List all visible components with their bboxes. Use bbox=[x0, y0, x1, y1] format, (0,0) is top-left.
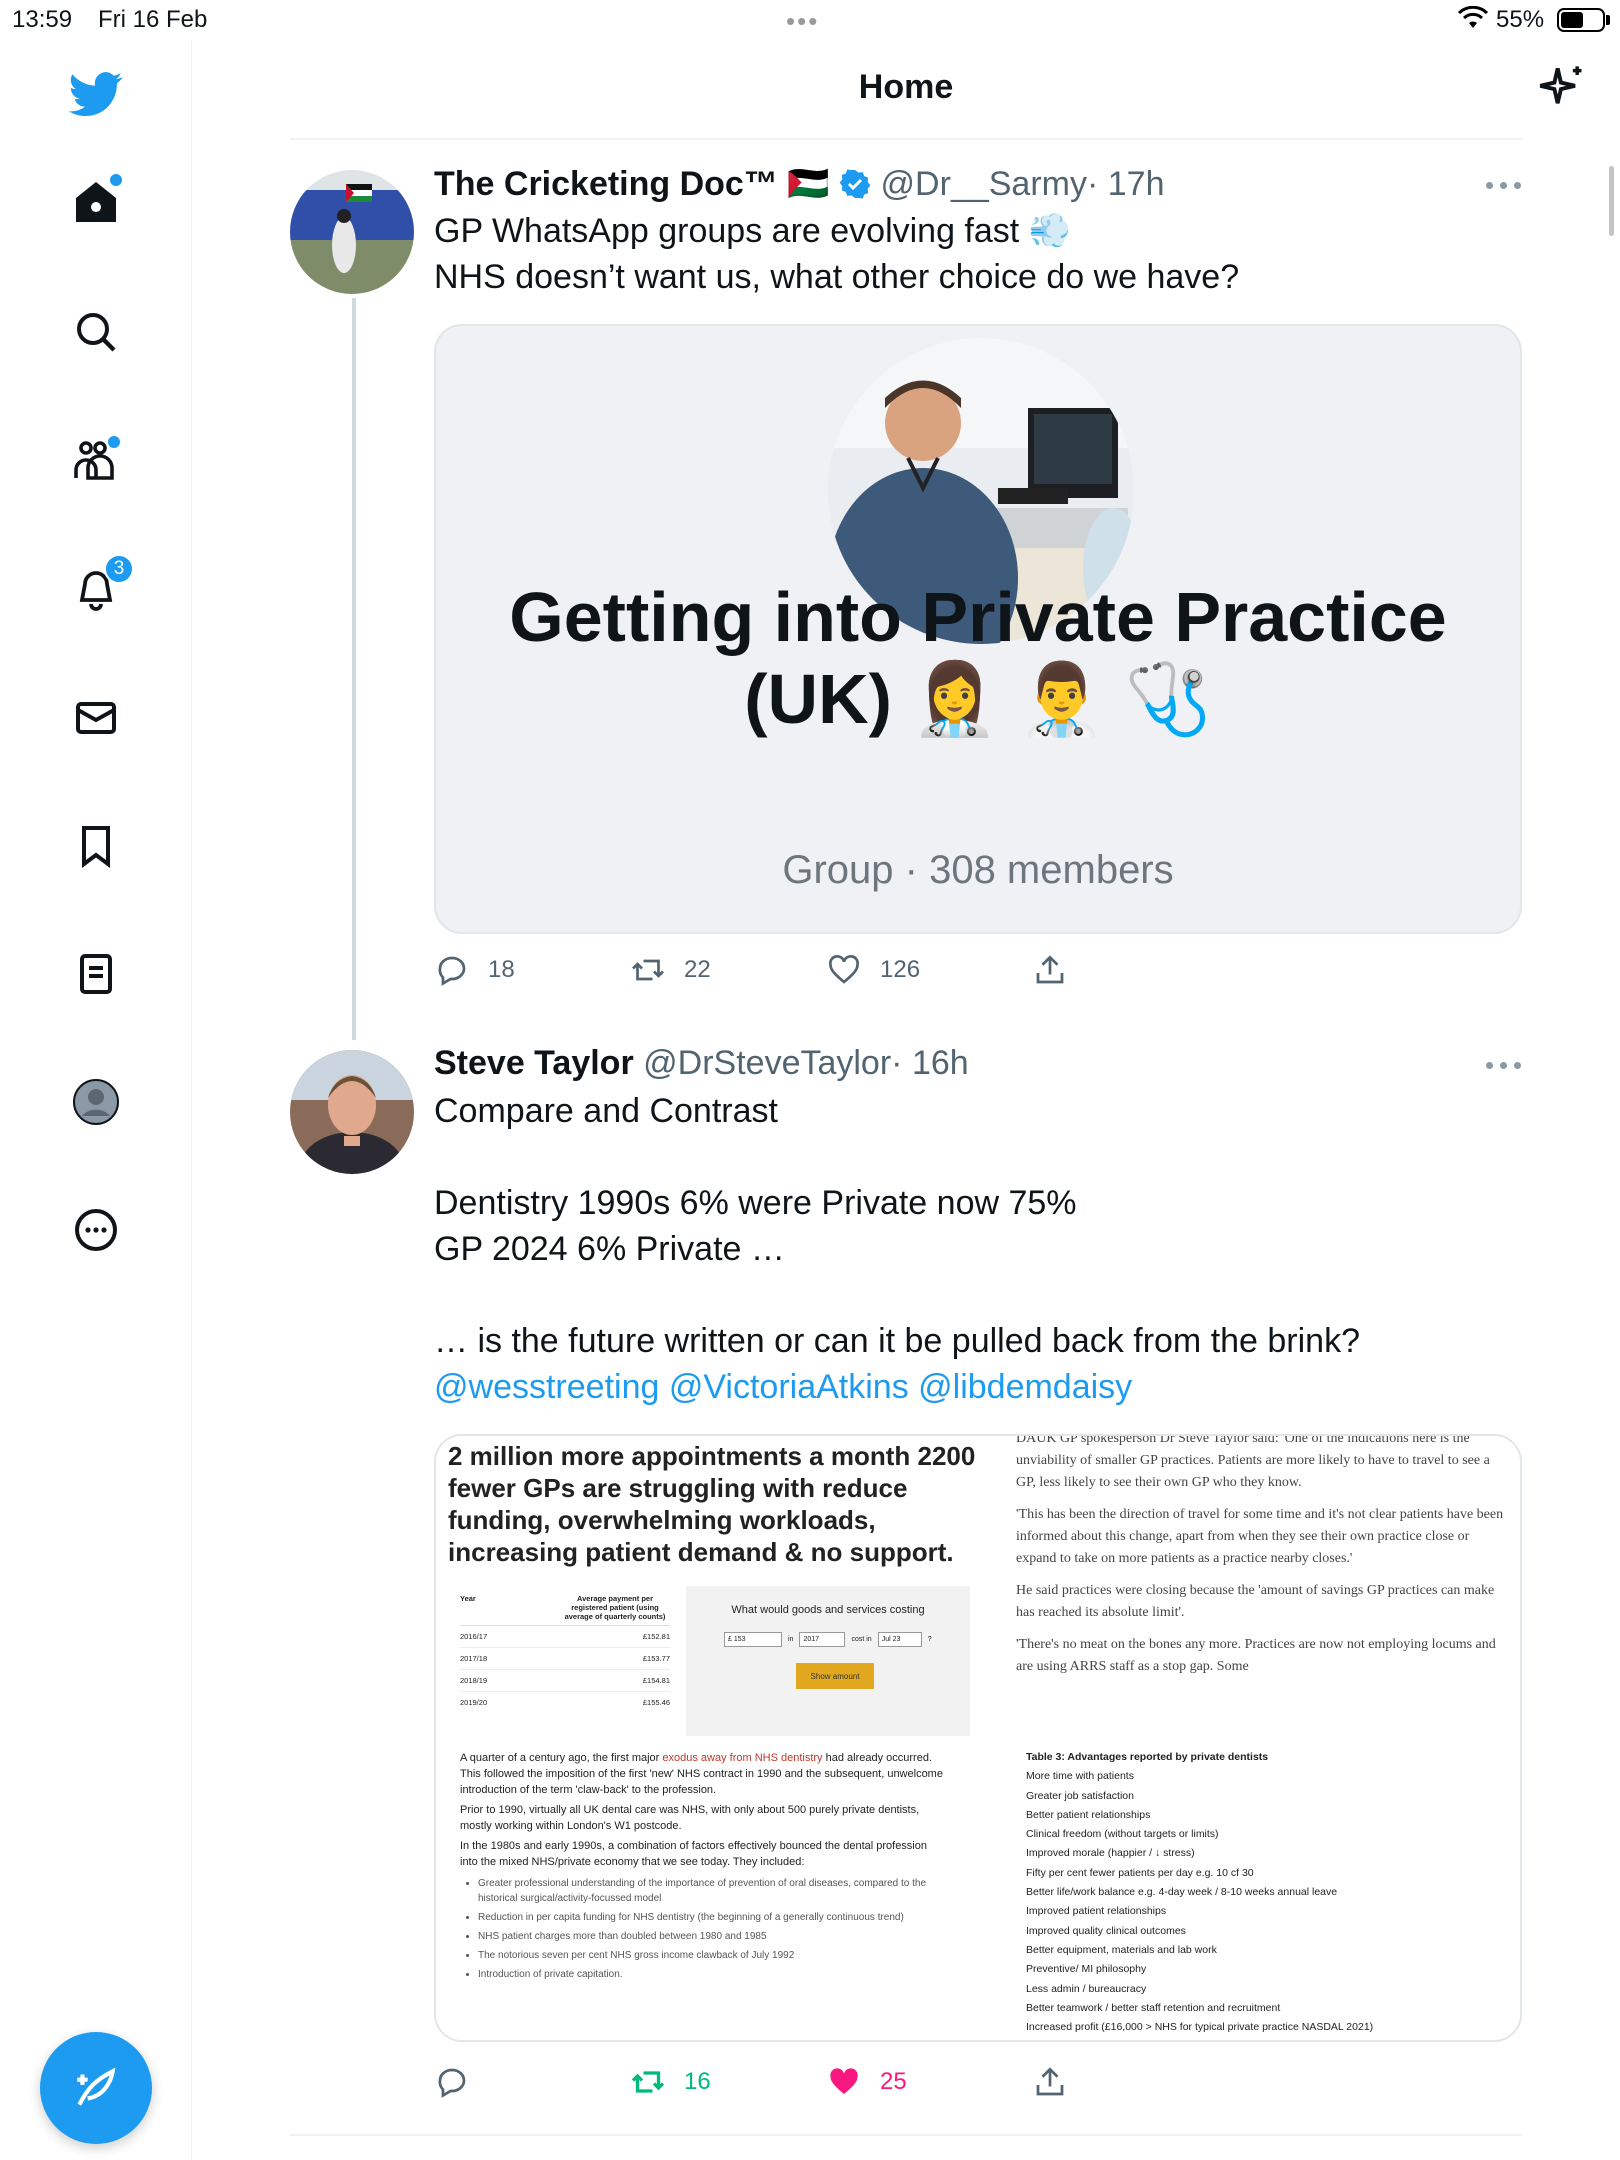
image-stats-panel: 2 million more appointments a month 2200… bbox=[436, 1436, 984, 1744]
status-bar: 13:59 Fri 16 Feb ••• 55% bbox=[0, 0, 1620, 40]
nav-more[interactable] bbox=[64, 1198, 128, 1262]
retweet-icon bbox=[631, 2071, 665, 2093]
nav-bookmarks[interactable] bbox=[64, 814, 128, 878]
like-count: 25 bbox=[880, 2068, 907, 2095]
verified-badge-icon bbox=[839, 169, 871, 199]
tweet-mentions[interactable]: @wesstreeting @VictoriaAtkins @libdemdai… bbox=[434, 1364, 1360, 1410]
palestine-flag-emoji: 🇵🇸 bbox=[787, 165, 830, 203]
tweet-text: GP WhatsApp groups are evolving fast 💨 N… bbox=[434, 212, 1240, 296]
reply-button[interactable] bbox=[434, 2064, 488, 2100]
tweet-timestamp[interactable]: · 16h bbox=[891, 1044, 969, 1082]
reply-icon bbox=[438, 956, 466, 986]
nav-notifications[interactable]: 3 bbox=[64, 554, 134, 620]
image-dental-article: A quarter of a century ago, the first ma… bbox=[436, 1744, 984, 2040]
twitter-logo-icon[interactable] bbox=[64, 62, 128, 126]
reply-icon bbox=[438, 2068, 466, 2098]
heart-icon bbox=[829, 955, 859, 984]
list-icon bbox=[80, 954, 112, 994]
page-title: Home bbox=[858, 68, 954, 106]
communities-new-dot bbox=[108, 436, 120, 448]
tweet-author-name[interactable]: The Cricketing Doc™ bbox=[434, 165, 778, 203]
tweet-steve-taylor[interactable]: Steve Taylor @DrSteveTaylor· 16h Compare… bbox=[290, 1030, 1522, 2140]
timeline-header: Home bbox=[290, 40, 1582, 140]
mail-icon bbox=[76, 702, 116, 734]
image-advantages-table: Table 3: Advantages reported by private … bbox=[986, 1744, 1520, 2040]
heart-filled-icon bbox=[830, 2068, 858, 2094]
avatar[interactable] bbox=[290, 170, 414, 294]
avatar[interactable] bbox=[290, 1050, 414, 1174]
reply-count: 18 bbox=[488, 956, 515, 983]
share-icon bbox=[1036, 2067, 1064, 2096]
search-icon bbox=[77, 313, 116, 352]
nav-communities[interactable] bbox=[64, 428, 128, 492]
tweet-author-handle[interactable]: @DrSteveTaylor bbox=[643, 1044, 891, 1082]
group-title: Getting into Private Practice (UK) 👩‍⚕️ … bbox=[509, 578, 1447, 738]
status-date: Fri 16 Feb bbox=[98, 6, 208, 33]
notifications-badge: 3 bbox=[104, 554, 134, 584]
image-headline: 2 million more appointments a month 2200… bbox=[448, 1441, 976, 1567]
inflation-calculator: What would goods and services costing £ … bbox=[686, 1586, 970, 1736]
nav-messages[interactable] bbox=[64, 686, 128, 750]
retweet-icon bbox=[632, 959, 664, 981]
retweet-button[interactable]: 22 bbox=[630, 952, 711, 988]
like-button[interactable]: 25 bbox=[826, 2064, 907, 2100]
group-subtitle: Group · 308 members bbox=[782, 848, 1174, 892]
nav-explore[interactable] bbox=[64, 300, 128, 364]
image-quote-panel: DAUK GP spokesperson Dr Steve Taylor sai… bbox=[986, 1436, 1520, 1744]
tweet-author-handle[interactable]: @Dr__Sarmy bbox=[881, 165, 1087, 203]
profile-avatar-icon bbox=[73, 1079, 119, 1125]
tweet-more-options-icon[interactable] bbox=[1486, 1060, 1522, 1072]
tweet-text: Compare and Contrast Dentistry 1990s 6% … bbox=[434, 1088, 1360, 1410]
bookmark-icon bbox=[82, 826, 110, 868]
battery-icon bbox=[1557, 8, 1605, 32]
battery-percent: 55% bbox=[1496, 6, 1545, 33]
thread-line bbox=[352, 298, 356, 1040]
share-button[interactable] bbox=[1032, 952, 1068, 988]
status-time: 13:59 bbox=[12, 6, 73, 33]
retweet-count: 22 bbox=[684, 956, 711, 983]
tweet-image-collage[interactable]: 2 million more appointments a month 2200… bbox=[434, 1434, 1522, 2042]
retweet-button[interactable]: 16 bbox=[630, 2064, 711, 2100]
nav-lists[interactable] bbox=[64, 942, 128, 1006]
nav-home[interactable] bbox=[64, 170, 128, 234]
wifi-icon bbox=[1458, 6, 1488, 28]
like-button[interactable]: 126 bbox=[826, 952, 920, 988]
tweet-timestamp[interactable]: · 17h bbox=[1087, 165, 1165, 203]
compose-feather-icon bbox=[77, 2067, 116, 2106]
share-button[interactable] bbox=[1032, 2064, 1068, 2100]
retweet-count: 16 bbox=[684, 2068, 711, 2095]
whatsapp-group-card[interactable]: Getting into Private Practice (UK) 👩‍⚕️ … bbox=[434, 324, 1522, 934]
like-count: 126 bbox=[880, 956, 921, 983]
share-icon bbox=[1036, 955, 1064, 984]
nav-profile[interactable] bbox=[64, 1070, 128, 1134]
reply-button[interactable]: 18 bbox=[434, 952, 515, 988]
compose-tweet-button[interactable] bbox=[40, 2032, 152, 2144]
multitasking-dots-icon[interactable]: ••• bbox=[786, 6, 819, 37]
tweet-divider bbox=[290, 2134, 1522, 2136]
tweet-author-name[interactable]: Steve Taylor bbox=[434, 1044, 634, 1082]
tweet-cricketing-doc[interactable]: The Cricketing Doc™ 🇵🇸 @Dr__Sarmy· 17h G… bbox=[290, 150, 1522, 1040]
sidebar: 3 bbox=[0, 40, 192, 2160]
scrollbar[interactable] bbox=[1609, 166, 1614, 236]
more-circle-icon bbox=[75, 1209, 117, 1251]
sparkle-icon[interactable] bbox=[1536, 62, 1588, 114]
tweet-more-options-icon[interactable] bbox=[1486, 180, 1522, 192]
home-new-dot bbox=[110, 174, 122, 186]
